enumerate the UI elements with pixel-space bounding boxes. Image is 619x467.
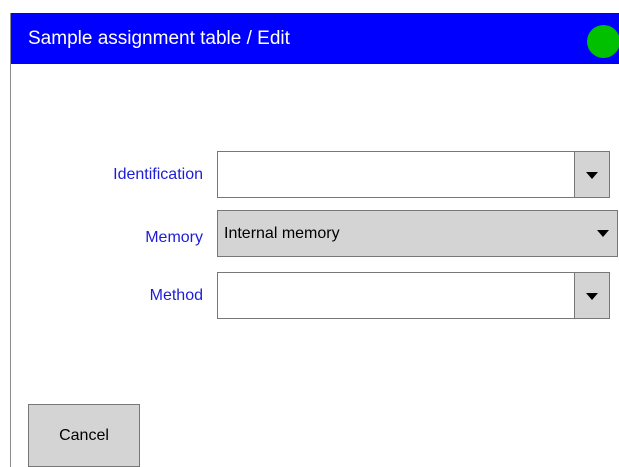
window-title: Sample assignment table / Edit [28,28,290,49]
identification-dropdown-button[interactable] [574,151,610,198]
caret-down-icon [586,293,598,300]
dialog-frame: Sample assignment table / Edit Identific… [10,13,619,467]
memory-select[interactable]: Internal memory [217,210,618,257]
caret-down-icon [586,172,598,179]
method-dropdown-button[interactable] [574,272,610,319]
title-bar: Sample assignment table / Edit [11,13,619,64]
caret-down-icon [597,230,609,237]
identification-label: Identification [113,166,203,183]
method-field[interactable] [217,272,575,319]
memory-value: Internal memory [224,225,340,242]
method-label: Method [149,287,203,304]
status-indicator-icon [587,25,619,58]
identification-field[interactable] [217,151,575,198]
memory-label: Memory [145,229,203,246]
cancel-button[interactable]: Cancel [28,404,140,467]
